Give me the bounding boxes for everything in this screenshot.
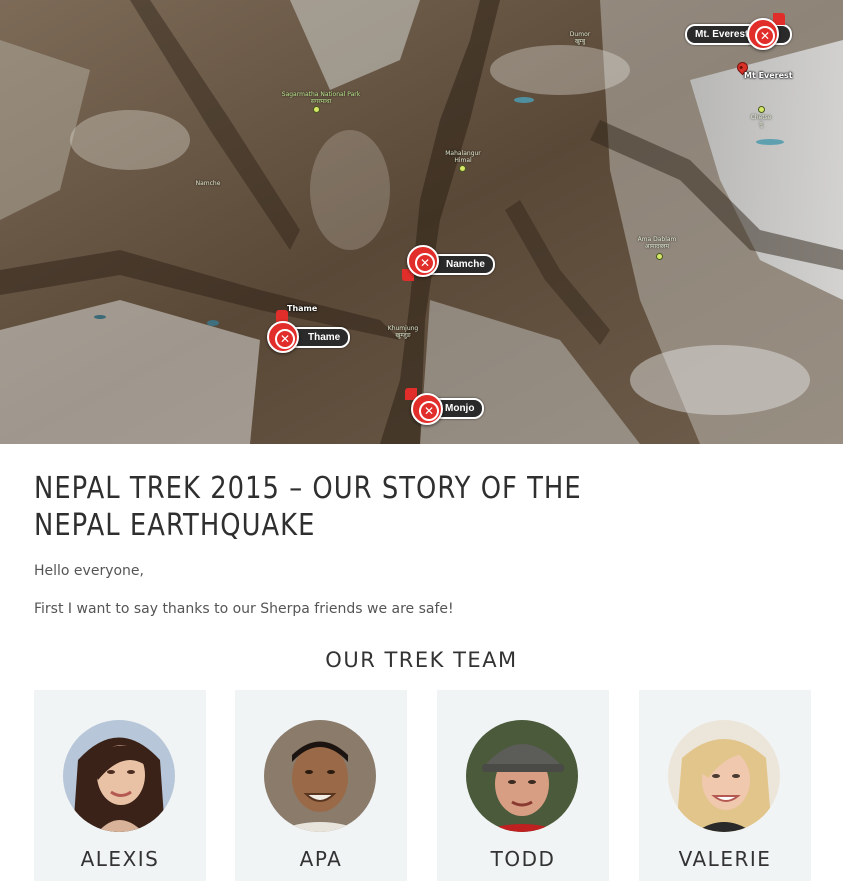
map-marker-namche[interactable]: Namche ✕ (402, 245, 497, 281)
team-card-todd[interactable]: TODD (437, 690, 609, 881)
intro-text: First I want to say thanks to our Sherpa… (34, 601, 454, 617)
map-feature-dot (313, 106, 320, 113)
map-feature-label: Ama Dablam आमादब्लम (637, 236, 677, 250)
map-feature-label: Dumor खुम्बु (569, 31, 591, 45)
avatar (264, 720, 376, 832)
map-feature-label: Chetse नु (750, 114, 772, 128)
map-marker-mt-everest[interactable]: Mt. Everest ✕ (685, 13, 795, 51)
avatar (63, 720, 175, 832)
member-name: ALEXIS (80, 847, 160, 871)
avatar (466, 720, 578, 832)
map-feature-label: Khumjung खुम्जुङ (387, 325, 419, 339)
map-feature-label: Mahalangur Himal (445, 150, 481, 164)
map-feature-dot (758, 106, 765, 113)
team-card-apa[interactable]: APA (235, 690, 407, 881)
team-card-alexis[interactable]: ALEXIS (34, 690, 206, 881)
map-feature-label: Namche (195, 180, 221, 187)
map-marker-thame[interactable]: Thame ✕ (266, 310, 351, 353)
close-circle-icon[interactable]: ✕ (267, 321, 299, 353)
close-circle-icon[interactable]: ✕ (411, 393, 443, 425)
member-name: APA (299, 847, 343, 871)
map-feature-dot (459, 165, 466, 172)
page-title: NEPAL TREK 2015 – OUR STORY OF THE NEPAL… (34, 471, 582, 543)
member-name: VALERIE (678, 847, 772, 871)
place-label-mt-everest: Mt Everest (744, 71, 793, 80)
map-feature-label: Sagarmatha National Park सगरमाथा (281, 91, 361, 105)
map-marker-monjo[interactable]: Monjo ✕ (405, 386, 490, 425)
terrain-image (0, 0, 843, 444)
greeting-text: Hello everyone, (34, 563, 144, 579)
avatar (668, 720, 780, 832)
team-section-heading: OUR TREK TEAM (325, 648, 518, 672)
close-circle-icon[interactable]: ✕ (747, 18, 779, 50)
satellite-map[interactable]: Sagarmatha National Park सगरमाथा Namche M… (0, 0, 843, 444)
map-feature-dot (656, 253, 663, 260)
team-card-valerie[interactable]: VALERIE (639, 690, 811, 881)
member-name: TODD (490, 847, 556, 871)
close-circle-icon[interactable]: ✕ (407, 245, 439, 277)
